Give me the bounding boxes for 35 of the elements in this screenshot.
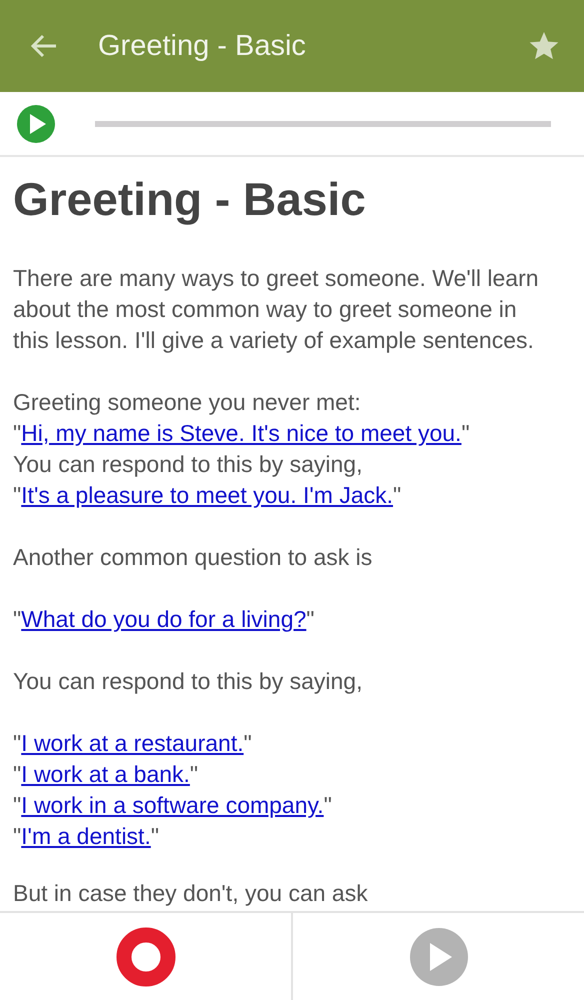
- body-text: You can respond to this by saying,: [13, 451, 362, 477]
- sentence-link[interactable]: I'm a dentist.: [21, 823, 151, 849]
- body-text: ": [306, 606, 314, 632]
- body-text: But in case they don't, you can ask: [13, 880, 368, 906]
- body-text: ": [393, 482, 402, 508]
- play-icon[interactable]: [16, 104, 56, 144]
- body-text: ": [150, 823, 160, 849]
- sentence-link[interactable]: Hi, my name is Steve. It's nice to meet you.: [21, 420, 462, 446]
- progress-track[interactable]: [95, 120, 551, 126]
- body-text: ": [190, 761, 198, 787]
- play-icon[interactable]: [408, 926, 468, 986]
- sentence-link[interactable]: It's a pleasure to meet you. I'm Jack.: [21, 482, 394, 508]
- body-text: ": [13, 420, 22, 446]
- sentence-link[interactable]: What do you do for a living?: [21, 606, 306, 632]
- lesson-title: Greeting - Basic: [13, 172, 367, 227]
- record-icon[interactable]: [116, 926, 176, 986]
- star-icon[interactable]: [528, 30, 560, 62]
- body-text: There are many ways to greet someone. We'll learn about the most common way to greet someone in this lesson. I'll give a variety of example sentences.: [13, 265, 539, 353]
- body-text: ": [13, 761, 22, 787]
- sentence-link[interactable]: I work at a restaurant.: [21, 730, 244, 756]
- body-text: ": [13, 730, 22, 756]
- body-text: Another common question to ask is: [13, 544, 372, 570]
- sentence-link[interactable]: I work at a bank.: [21, 761, 190, 787]
- back-arrow-icon[interactable]: [30, 34, 58, 58]
- body-text: Greeting someone you never met:: [13, 389, 361, 415]
- body-text: ": [13, 792, 22, 818]
- body-text: ": [461, 420, 470, 446]
- body-text: ": [13, 823, 22, 849]
- body-text: ": [13, 606, 22, 632]
- body-text: ": [324, 792, 332, 818]
- app-bar-title: Greeting - Basic: [98, 30, 307, 62]
- body-text: ": [13, 482, 22, 508]
- sentence-link[interactable]: I work in a software company.: [21, 792, 324, 818]
- body-text: You can respond to this by saying,: [13, 668, 362, 694]
- body-text: ": [244, 730, 252, 756]
